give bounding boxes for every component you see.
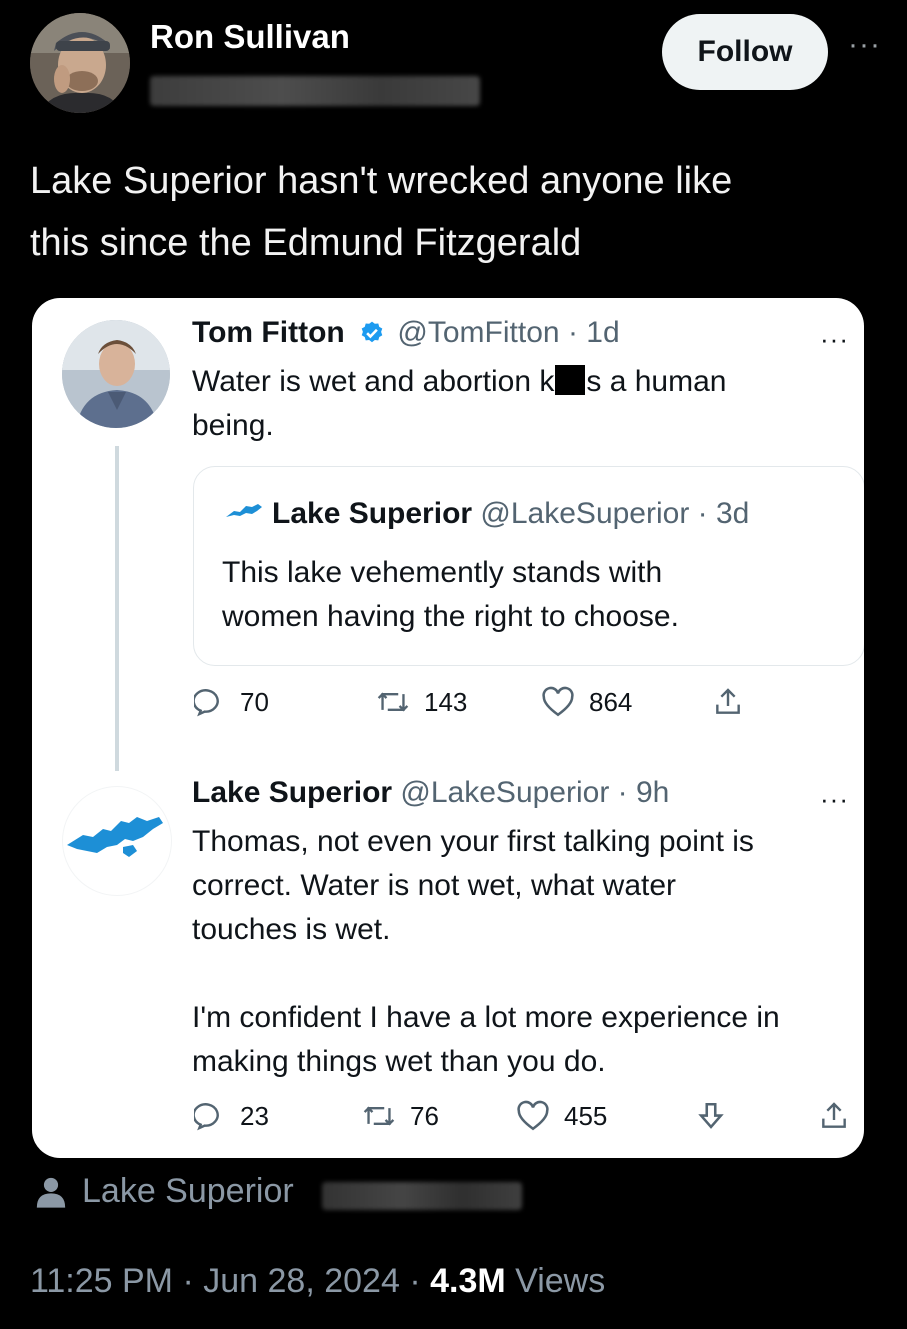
tweet1-more-icon: ··· xyxy=(820,324,849,354)
tweet1-age: · 1d xyxy=(567,316,620,349)
author-name[interactable]: Ron Sullivan xyxy=(150,18,350,56)
person-icon xyxy=(36,1177,66,1208)
embedded-screenshot[interactable]: Tom Fitton @TomFitton · 1d ··· Water is … xyxy=(32,298,864,1158)
tweet1-like-action: 864 xyxy=(541,686,632,718)
tweet1-text-part: s a human xyxy=(586,365,727,398)
tweet2-age: · 9h xyxy=(617,776,670,809)
tweet2-retweet-action: 76 xyxy=(362,1100,439,1132)
quoted-tweet-text: This lake vehemently stands with women h… xyxy=(222,551,822,639)
lake-superior-icon xyxy=(226,504,262,517)
tweet1-reply-action: 70 xyxy=(194,686,269,718)
reply-icon xyxy=(194,1103,219,1131)
tweet2-more-icon: ··· xyxy=(820,784,849,814)
reply-count: 23 xyxy=(240,1100,269,1131)
retweet-count: 143 xyxy=(424,686,468,717)
like-count: 864 xyxy=(589,686,633,717)
tweet2-text-line: touches is wet. xyxy=(192,913,391,946)
thread-connector-line xyxy=(115,446,119,771)
quoted-tweet: Lake Superior @LakeSuperior · 3d This la… xyxy=(193,466,864,666)
tweet1-author-name: Tom Fitton xyxy=(192,316,345,349)
share-icon xyxy=(716,688,740,714)
community-label: Lake Superior xyxy=(82,1172,294,1210)
views-count[interactable]: 4.3M xyxy=(430,1262,506,1300)
tweet2-reply-action: 23 xyxy=(194,1100,269,1132)
tweet1-retweet-action: 143 xyxy=(376,686,467,718)
reply-count: 70 xyxy=(240,686,269,717)
tweet-text-line: this since the Edmund Fitzgerald xyxy=(30,222,582,264)
tweet1-header: Tom Fitton @TomFitton · 1d xyxy=(192,316,620,354)
quoted-age: · 3d xyxy=(697,497,750,530)
community-note[interactable]: Lake Superior xyxy=(34,1172,294,1211)
retweet-icon xyxy=(377,692,409,712)
tweet-text: Lake Superior hasn't wrecked anyone like… xyxy=(30,150,870,274)
retweet-icon xyxy=(363,1106,395,1126)
heart-icon xyxy=(542,686,574,717)
tweet1-text: Water is wet and abortion k s a human bei… xyxy=(192,360,812,448)
meta-separator: · xyxy=(182,1262,194,1300)
tweet-metadata: 11:25 PM · Jun 28, 2024 · 4.3M Views xyxy=(30,1262,605,1301)
tweet2-author-name: Lake Superior xyxy=(192,776,393,809)
tweet-text-line: Lake Superior hasn't wrecked anyone like xyxy=(30,160,733,202)
tweet2-text-line: I'm confident I have a lot more experien… xyxy=(192,1001,780,1034)
heart-icon xyxy=(517,1100,549,1131)
meta-separator: · xyxy=(409,1262,421,1300)
tweet2-text-line: correct. Water is not wet, what water xyxy=(192,869,677,902)
follow-button[interactable]: Follow xyxy=(662,14,828,90)
tweet2-share-action xyxy=(818,1100,850,1132)
quoted-text-line: This lake vehemently stands with xyxy=(222,556,663,589)
redaction-box xyxy=(555,365,586,395)
post-time[interactable]: 11:25 PM xyxy=(30,1262,173,1300)
lake-superior-icon xyxy=(67,817,163,857)
tweet2-text: Thomas, not even your first talking poin… xyxy=(192,820,852,1084)
like-count: 455 xyxy=(564,1100,608,1131)
share-icon xyxy=(822,1102,846,1128)
lake-superior-avatar xyxy=(62,786,172,896)
reply-icon xyxy=(194,689,219,717)
quoted-author-name: Lake Superior xyxy=(272,497,473,530)
views-label: Views xyxy=(515,1262,606,1300)
post-date[interactable]: Jun 28, 2024 xyxy=(203,1262,400,1300)
community-handle-redacted xyxy=(322,1182,522,1210)
tweet2-download-action xyxy=(694,1100,728,1134)
tweet2-handle: @LakeSuperior xyxy=(400,776,610,809)
retweet-count: 76 xyxy=(410,1100,439,1131)
tweet1-handle: @TomFitton xyxy=(397,316,560,349)
download-icon xyxy=(698,1102,724,1129)
tweet2-like-action: 455 xyxy=(516,1100,607,1132)
quoted-handle: @LakeSuperior xyxy=(480,497,690,530)
author-avatar[interactable] xyxy=(30,13,130,113)
tweet1-text-part: being. xyxy=(192,409,274,442)
quoted-tweet-header: Lake Superior @LakeSuperior · 3d xyxy=(224,497,749,531)
tom-fitton-avatar xyxy=(62,320,170,428)
tweet2-header: Lake Superior @LakeSuperior · 9h xyxy=(192,776,669,810)
tweet2-text-line: Thomas, not even your first talking poin… xyxy=(192,825,754,858)
tweet2-text-line: making things wet than you do. xyxy=(192,1045,606,1078)
tweet1-share-action xyxy=(712,686,744,718)
more-options-icon[interactable]: ··· xyxy=(848,28,881,62)
tweet1-text-part: Water is wet and abortion k xyxy=(192,365,555,398)
verified-badge-icon xyxy=(359,320,385,354)
quoted-text-line: women having the right to choose. xyxy=(222,600,679,633)
author-handle-redacted xyxy=(150,76,480,106)
